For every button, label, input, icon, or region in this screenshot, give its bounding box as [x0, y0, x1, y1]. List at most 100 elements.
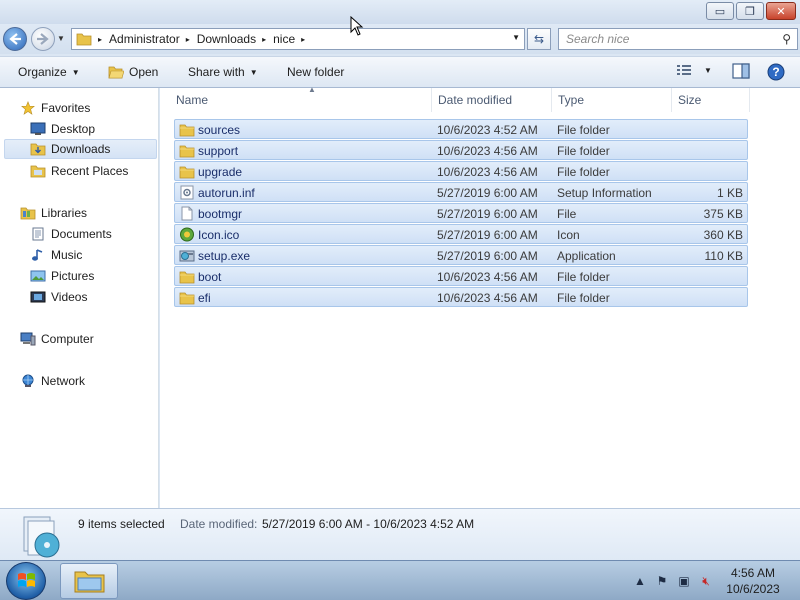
open-button[interactable]: Open: [108, 65, 158, 79]
file-type: File folder: [557, 144, 610, 158]
mouse-cursor-icon: [350, 16, 364, 36]
file-row-support[interactable]: support 10/6/2023 4:56 AM File folder: [174, 140, 748, 160]
breadcrumb-downloads[interactable]: Downloads ▸: [197, 32, 273, 46]
svg-text:?: ?: [772, 65, 779, 79]
file-type: File folder: [557, 270, 610, 284]
nav-recent-places-label: Recent Places: [51, 164, 129, 178]
videos-icon: [30, 291, 46, 303]
folder-icon: [179, 271, 195, 284]
recent-pages-dropdown-icon[interactable]: ▼: [57, 34, 65, 43]
computer-icon: [20, 332, 36, 346]
nav-pictures[interactable]: Pictures: [30, 266, 94, 286]
preview-pane-button[interactable]: [732, 63, 750, 79]
file-size: 375 KB: [703, 207, 743, 221]
star-icon: [21, 101, 35, 115]
chevron-down-icon: ▼: [249, 67, 258, 77]
nav-computer-label: Computer: [41, 332, 94, 346]
help-button[interactable]: ?: [767, 63, 785, 81]
minimize-button[interactable]: ▭: [706, 2, 734, 20]
navigation-pane: Favorites Desktop Downloads Recent Place…: [0, 88, 159, 508]
search-input[interactable]: Search nice ⚲: [558, 28, 798, 50]
nav-videos[interactable]: Videos: [30, 287, 87, 307]
file-row-icon-ico[interactable]: Icon.ico 5/27/2019 6:00 AM Icon 360 KB: [174, 224, 748, 244]
file-type: Application: [557, 249, 616, 263]
nav-favorites[interactable]: Favorites: [20, 98, 90, 118]
system-tray: ▲ ⚑ ▣ 🔇︎ 4:56 AM 10/6/2023: [632, 561, 800, 600]
clock[interactable]: 4:56 AM 10/6/2023: [720, 565, 786, 597]
clock-time: 4:56 AM: [730, 566, 776, 580]
show-hidden-icons-icon[interactable]: ▲: [632, 573, 648, 589]
change-view-button[interactable]: ▼: [676, 63, 712, 77]
file-row-efi[interactable]: efi 10/6/2023 4:56 AM File folder: [174, 287, 748, 307]
nav-libraries-label: Libraries: [41, 206, 88, 220]
taskbar: ▲ ⚑ ▣ 🔇︎ 4:56 AM 10/6/2023: [0, 560, 800, 600]
nav-documents[interactable]: Documents: [30, 224, 112, 244]
organize-button[interactable]: Organize ▼: [18, 65, 80, 79]
column-size-label: Size: [678, 93, 702, 107]
file-row-upgrade[interactable]: upgrade 10/6/2023 4:56 AM File folder: [174, 161, 748, 181]
nav-recent-places[interactable]: Recent Places: [30, 161, 128, 181]
maximize-button[interactable]: ❐: [736, 2, 764, 20]
breadcrumb-root-arrow[interactable]: ▸: [92, 35, 109, 44]
column-header-name[interactable]: ▲ Name: [170, 85, 432, 112]
file-row-setup-exe[interactable]: setup.exe 5/27/2019 6:00 AM Application 110…: [174, 245, 748, 265]
nav-network-label: Network: [41, 374, 86, 388]
file-name: upgrade: [198, 165, 243, 179]
refresh-icon: ⇆: [533, 32, 545, 46]
action-center-flag-icon[interactable]: ⚑: [654, 573, 670, 589]
forward-arrow-icon: [37, 33, 49, 45]
file-row-autorun-inf[interactable]: autorun.inf 5/27/2019 6:00 AM Setup Inform…: [174, 182, 748, 202]
nav-network[interactable]: Network: [20, 371, 85, 391]
multiple-files-thumbnail-icon: [23, 516, 60, 558]
column-header-size[interactable]: Size: [672, 88, 750, 112]
start-button[interactable]: [6, 562, 46, 600]
file-type: File folder: [557, 291, 610, 305]
file-row-sources[interactable]: sources 10/6/2023 4:52 AM File folder: [174, 119, 748, 139]
nav-videos-label: Videos: [51, 290, 88, 304]
back-button[interactable]: [3, 27, 27, 51]
file-type: File: [557, 207, 577, 221]
nav-documents-label: Documents: [51, 227, 112, 241]
file-row-boot[interactable]: boot 10/6/2023 4:56 AM File folder: [174, 266, 748, 286]
help-icon: ?: [767, 63, 785, 81]
file-name: efi: [198, 291, 211, 305]
command-bar: Organize ▼ Open Share with ▼ New folder ▼ …: [0, 56, 800, 88]
nav-computer[interactable]: Computer: [20, 329, 94, 349]
volume-muted-icon[interactable]: 🔇︎: [698, 573, 714, 589]
refresh-button[interactable]: ⇆: [527, 28, 551, 50]
forward-button[interactable]: [31, 27, 55, 51]
nav-pictures-label: Pictures: [51, 269, 95, 283]
share-with-button[interactable]: Share with ▼: [188, 65, 258, 79]
file-size: 110 KB: [704, 249, 743, 263]
nav-desktop[interactable]: Desktop: [30, 119, 95, 139]
new-folder-button[interactable]: New folder: [287, 65, 344, 79]
address-history-dropdown-icon[interactable]: ▼: [512, 33, 520, 42]
clock-date: 10/6/2023: [726, 582, 780, 596]
breadcrumb-administrator[interactable]: Administrator ▸: [109, 32, 197, 46]
file-date-modified: 5/27/2019 6:00 AM: [437, 249, 538, 263]
column-date-label: Date modified: [438, 93, 513, 107]
address-bar[interactable]: ▸ Administrator ▸ Downloads ▸ nice ▸ ▼: [71, 28, 525, 50]
date-modified-value: 5/27/2019 6:00 AM - 10/6/2023 4:52 AM: [262, 517, 475, 531]
network-status-icon[interactable]: ▣: [676, 573, 692, 589]
taskbar-explorer-button[interactable]: [60, 563, 118, 599]
folder-icon: [179, 292, 195, 305]
windows-logo-icon: [18, 573, 35, 587]
nav-music[interactable]: Music: [30, 245, 82, 265]
file-date-modified: 10/6/2023 4:56 AM: [437, 144, 538, 158]
file-name: support: [198, 144, 239, 158]
explorer-folder-icon: [74, 571, 105, 593]
search-icon[interactable]: ⚲: [782, 32, 791, 46]
column-header-type[interactable]: Type: [552, 88, 672, 112]
breadcrumb-nice[interactable]: nice ▸: [273, 32, 312, 46]
chevron-down-icon[interactable]: ▼: [704, 66, 712, 75]
file-list: ▲ Name Date modified Type Size sources 10…: [160, 85, 800, 508]
icon-file-icon: [180, 227, 194, 242]
nav-libraries[interactable]: Libraries: [20, 203, 87, 223]
file-row-bootmgr[interactable]: bootmgr 5/27/2019 6:00 AM File 375 KB: [174, 203, 748, 223]
column-header-date-modified[interactable]: Date modified: [432, 88, 552, 112]
file-size: 1 KB: [716, 186, 743, 200]
nav-downloads[interactable]: Downloads: [4, 139, 157, 159]
music-icon: [32, 249, 43, 261]
close-button[interactable]: ✕: [766, 2, 796, 20]
